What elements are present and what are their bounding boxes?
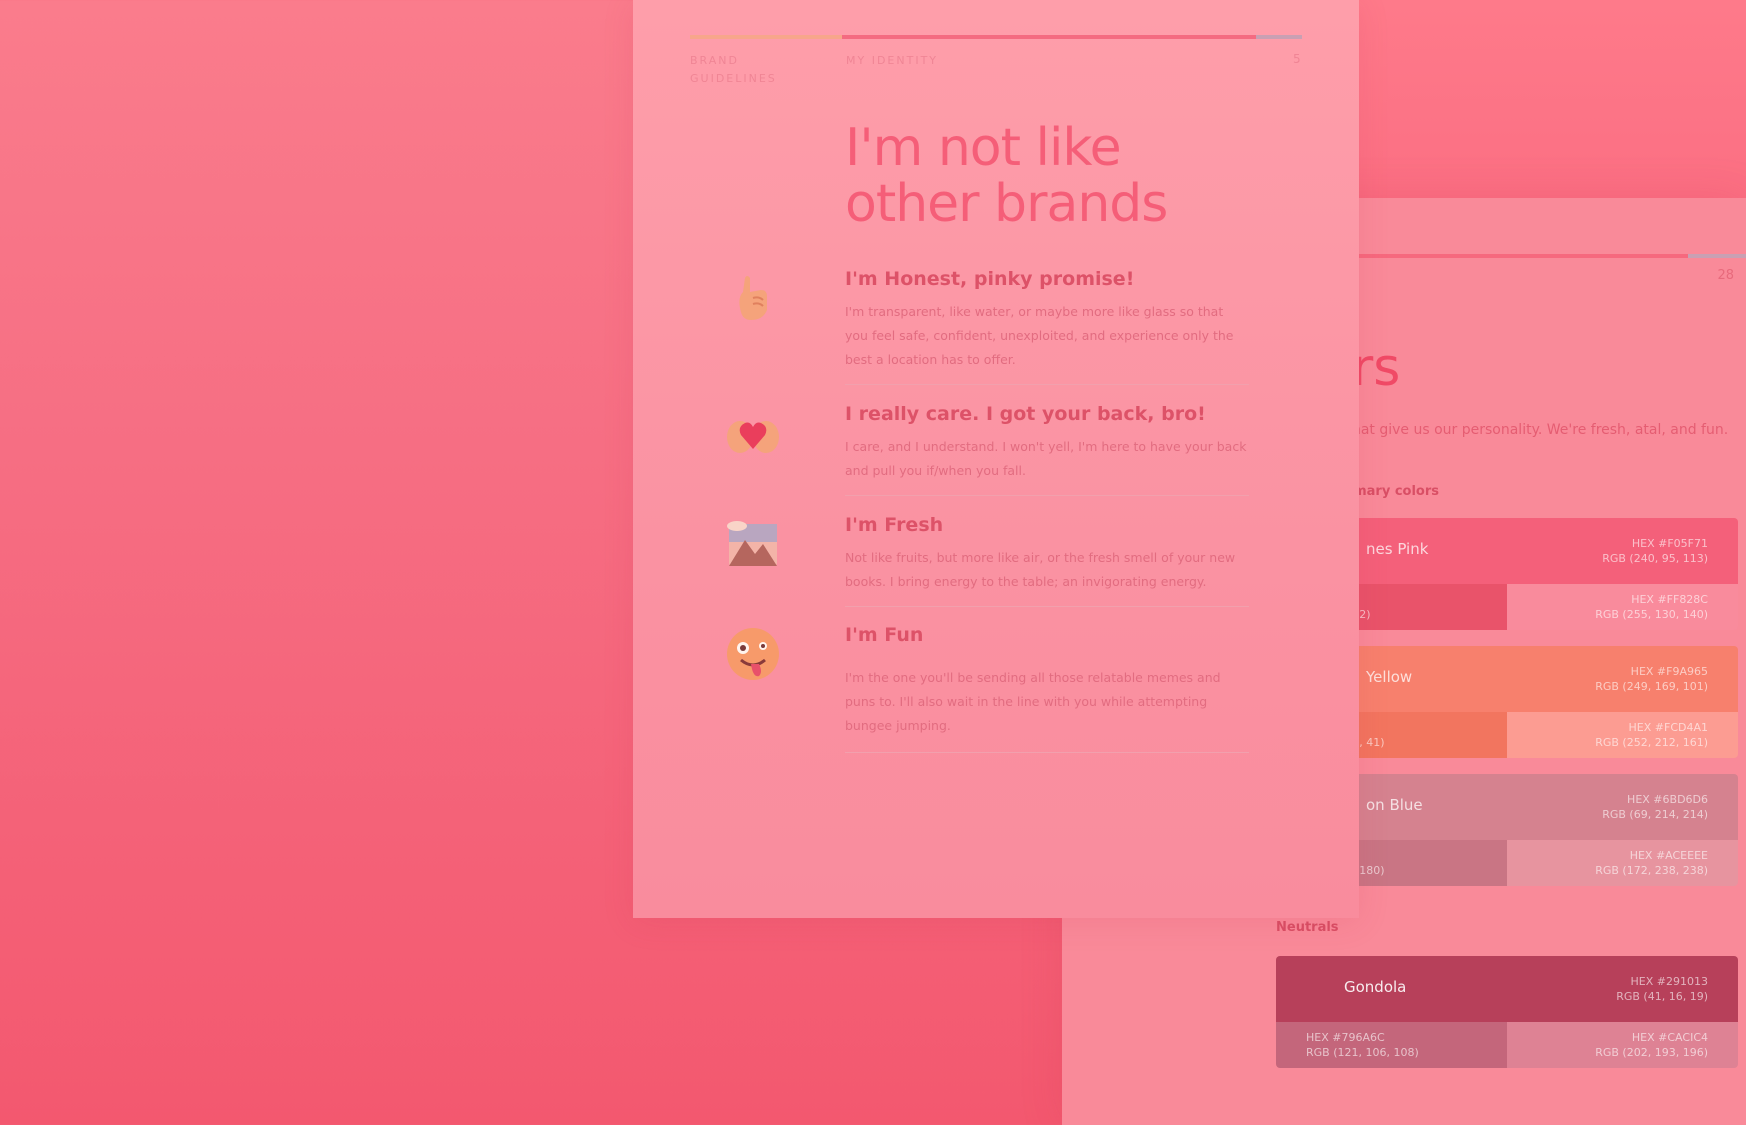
swatch-hex: HEX #FCD4A1 [1628, 721, 1708, 734]
swatch-codes: HEX #796A6C RGB (121, 106, 108) [1306, 1030, 1419, 1060]
swatch-name: on Blue [1366, 796, 1423, 814]
swatch-hex: HEX #F05F71 [1631, 537, 1708, 550]
swatch-main: Gondola HEX #291013 RGB (41, 16, 19) [1276, 956, 1738, 1022]
progress-rule-segment [690, 35, 842, 39]
swatch-codes: HEX #ACEEEE RGB (172, 238, 238) [1595, 848, 1708, 878]
divider [845, 495, 1249, 496]
trait-body: I'm the one you'll be sending all those … [845, 670, 1221, 733]
swatch-rgb: RGB (172, 238, 238) [1595, 864, 1708, 877]
swatch-rgb: RGB (121, 106, 108) [1306, 1046, 1419, 1059]
page-description: re what give us our personality. We're f… [1322, 422, 1729, 438]
trait-body: Not like fruits, but more like air, or t… [845, 550, 1236, 589]
swatch-codes: HEX #FF828C RGB (255, 130, 140) [1595, 592, 1708, 622]
divider [845, 752, 1249, 753]
swatch-name: Gondola [1344, 978, 1407, 996]
page-number: 28 [1717, 268, 1734, 283]
swatch-hex: HEX #CACIC4 [1631, 1031, 1708, 1044]
trait-body: I care, and I understand. I won't yell, … [845, 439, 1247, 478]
swatch-name: nes Pink [1366, 540, 1429, 558]
swatch-rgb: RGB (255, 130, 140) [1595, 608, 1708, 621]
swatch-rgb: RGB (69, 214, 214) [1602, 808, 1708, 821]
swatch-codes: HEX #F9A965 RGB (249, 169, 101) [1595, 664, 1708, 694]
swatch-hex: HEX #796A6C [1306, 1031, 1385, 1044]
swatch-hex: HEX #6BD6D6 [1627, 793, 1708, 806]
heart-hands-icon [727, 421, 779, 453]
landscape-icon [727, 521, 777, 566]
trait-body: I'm transparent, like water, or maybe mo… [845, 304, 1234, 367]
swatch-codes: HEX #CACIC4 RGB (202, 193, 196) [1595, 1030, 1708, 1060]
swatch-codes: HEX #F05F71 RGB (240, 95, 113) [1602, 536, 1708, 566]
swatch-rgb: RGB (202, 193, 196) [1595, 1046, 1708, 1059]
swatch-hex: HEX #291013 [1630, 975, 1708, 988]
progress-rule-segment [1256, 35, 1302, 39]
neutrals-label: Neutrals [1276, 920, 1339, 935]
progress-rule-segment [842, 35, 1256, 39]
trait-title: I'm Fun [845, 624, 924, 646]
page-progress-rule-end [1688, 254, 1746, 258]
swatch-shade-light: HEX #FF828C RGB (255, 130, 140) [1507, 584, 1738, 630]
swatch-rgb: RGB (41, 16, 19) [1616, 990, 1708, 1003]
swatch-hex: HEX #ACEEEE [1629, 849, 1708, 862]
swatch-rgb: RGB (240, 95, 113) [1602, 552, 1708, 565]
swatch-shade-light: HEX #FCD4A1 RGB (252, 212, 161) [1507, 712, 1738, 758]
swatch-hex: HEX #FF828C [1631, 593, 1708, 606]
swatch-rgb: RGB (249, 169, 101) [1595, 680, 1708, 693]
swatch-hex: HEX #F9A965 [1630, 665, 1708, 678]
swatch-codes: HEX #6BD6D6 RGB (69, 214, 214) [1602, 792, 1708, 822]
divider [845, 384, 1249, 385]
trait-title: I'm Fresh [845, 514, 944, 536]
swatch-rgb: RGB (252, 212, 161) [1595, 736, 1708, 749]
identity-page: BRAND GUIDELINES MY IDENTITY 5 I'm not l… [633, 0, 1359, 918]
header-brand-guidelines: BRAND GUIDELINES [690, 54, 777, 85]
trait-title: I really care. I got your back, bro! [845, 403, 1206, 425]
divider [845, 606, 1249, 607]
header-my-identity: MY IDENTITY [846, 54, 939, 67]
trait-title: I'm Honest, pinky promise! [845, 268, 1135, 290]
zany-face-icon [727, 628, 779, 680]
color-swatch-gondola: Gondola HEX #291013 RGB (41, 16, 19) HEX… [1276, 956, 1738, 1068]
swatch-shade-light: HEX #CACIC4 RGB (202, 193, 196) [1507, 1022, 1738, 1068]
swatch-shade-light: HEX #ACEEEE RGB (172, 238, 238) [1507, 840, 1738, 886]
swatch-codes: HEX #291013 RGB (41, 16, 19) [1616, 974, 1708, 1004]
pinky-promise-icon [739, 276, 767, 320]
swatch-codes: HEX #FCD4A1 RGB (252, 212, 161) [1595, 720, 1708, 750]
page-number: 5 [1293, 52, 1301, 66]
swatch-name: Yellow [1366, 668, 1413, 686]
swatch-shade-dark: HEX #796A6C RGB (121, 106, 108) [1276, 1022, 1507, 1068]
page-title: I'm not like other brands [845, 118, 1168, 234]
